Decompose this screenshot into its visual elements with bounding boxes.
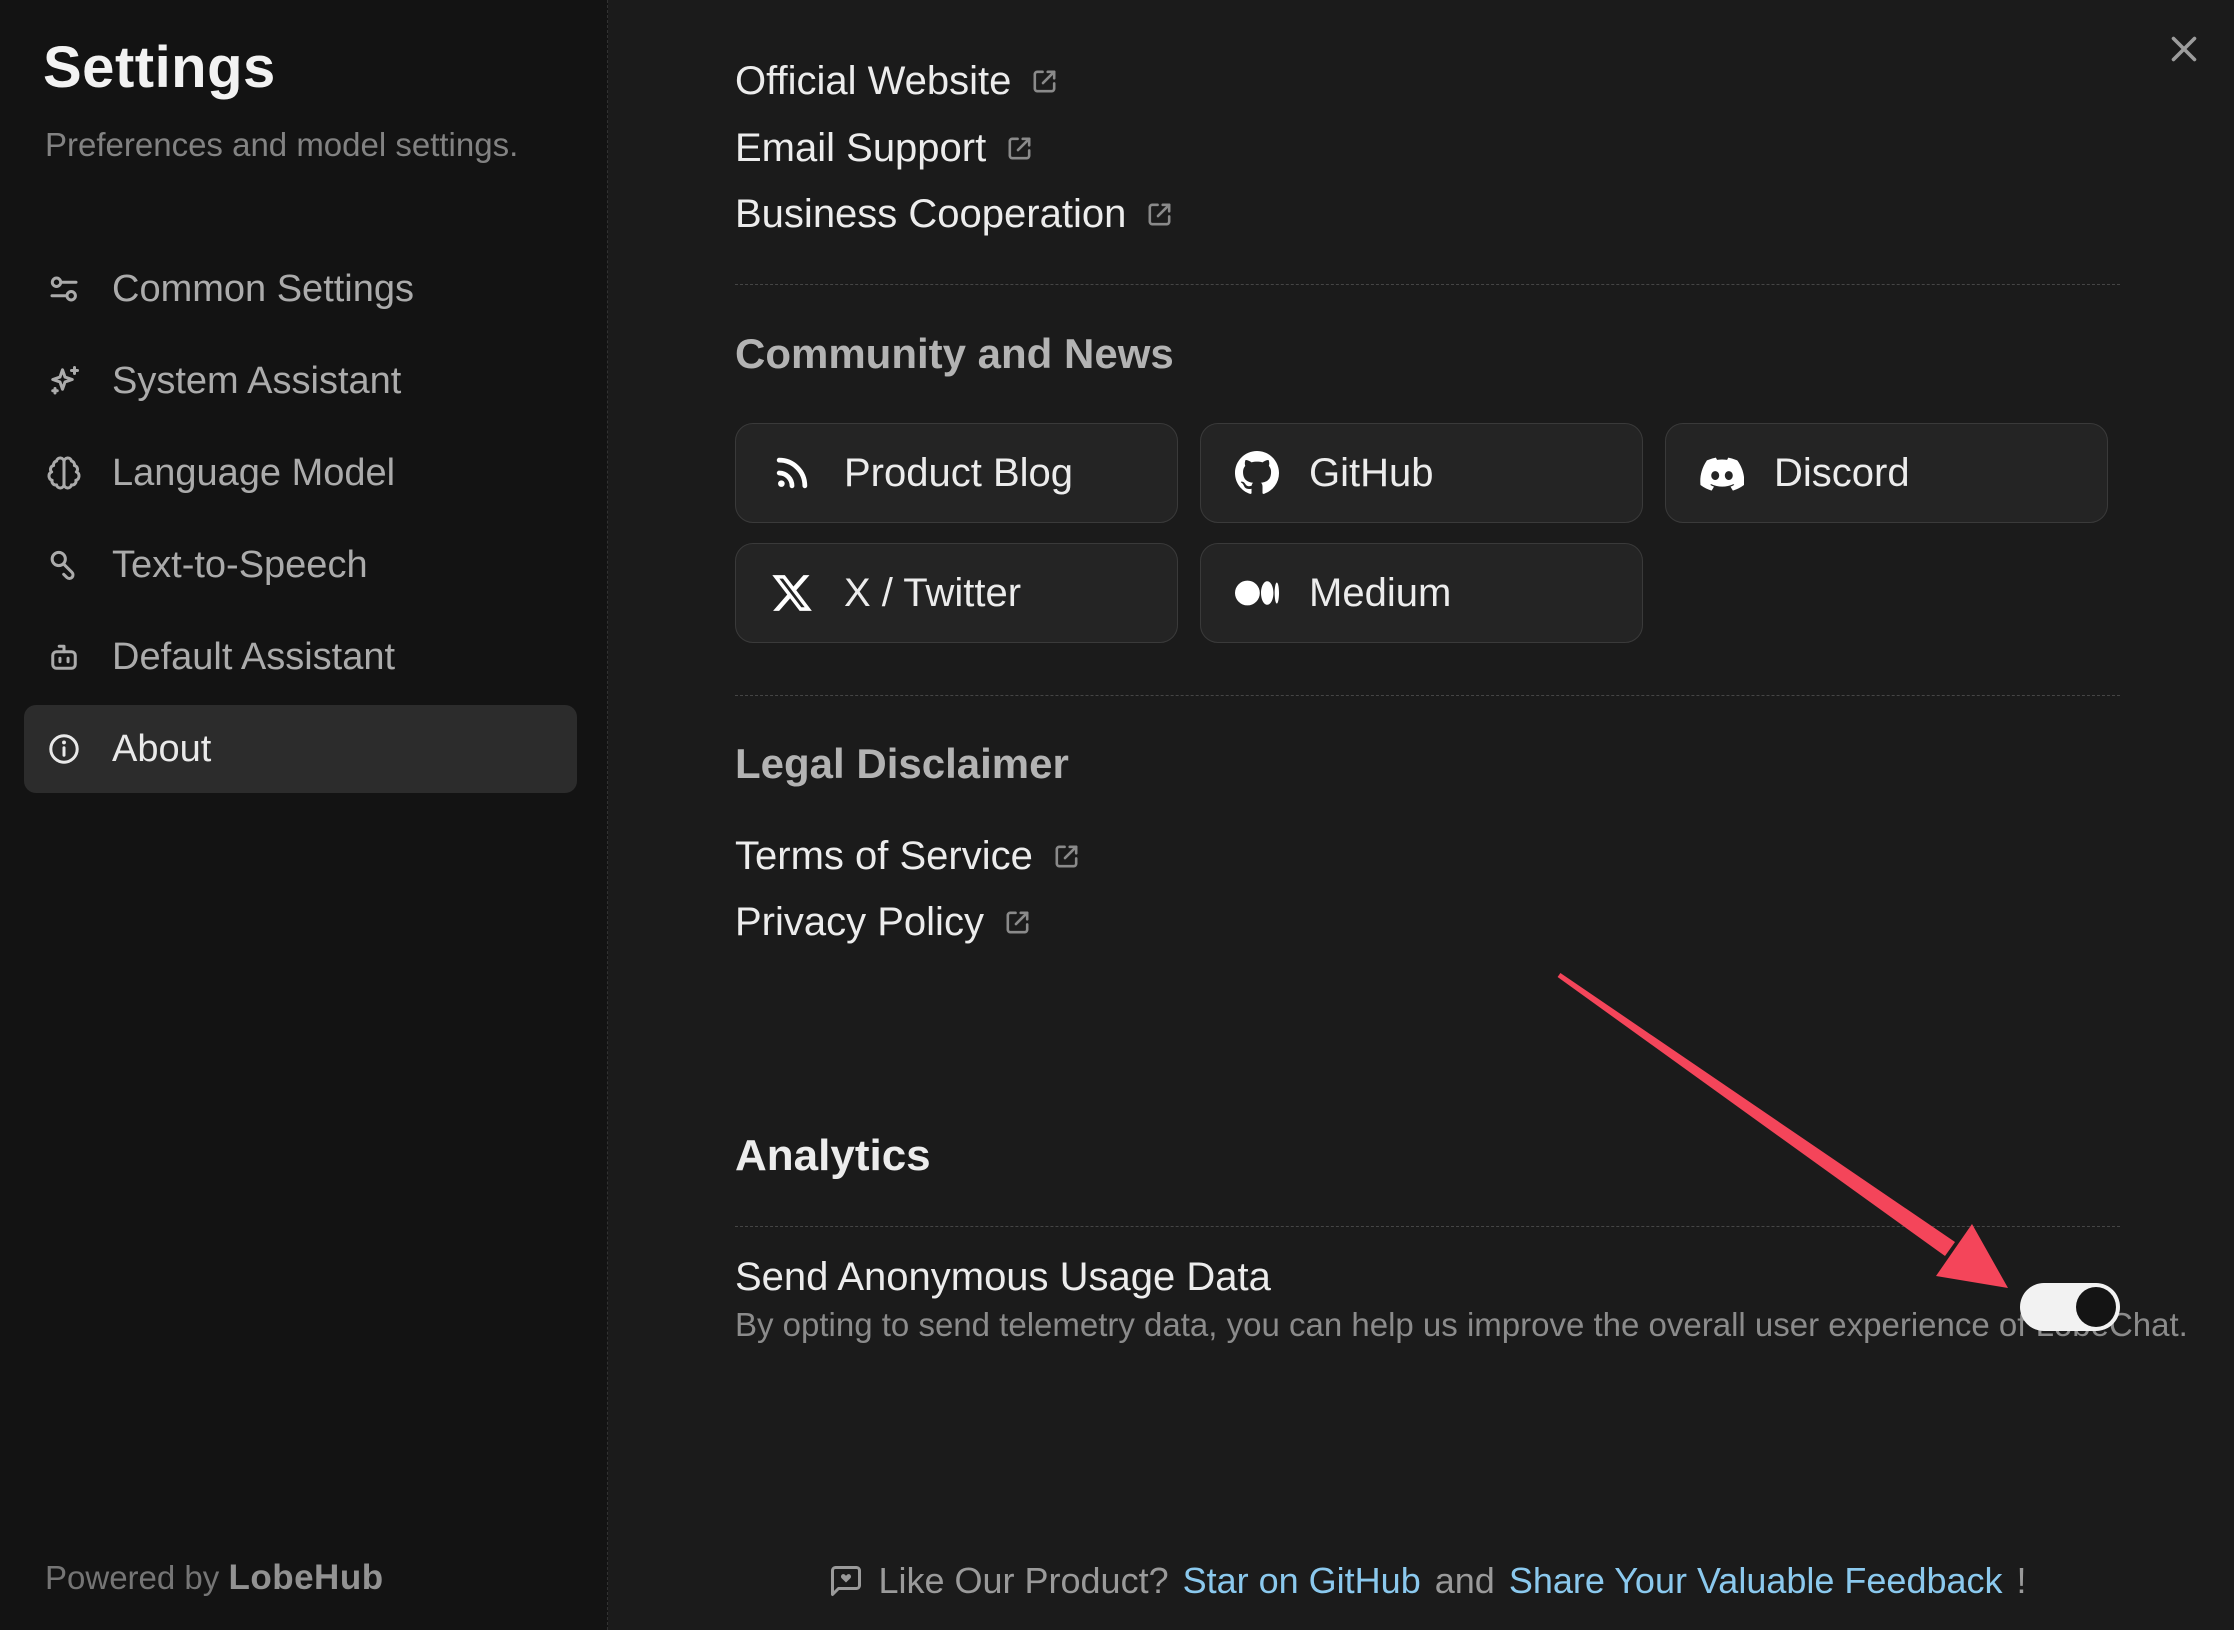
sidebar-item-label: System Assistant xyxy=(112,360,401,403)
sidebar-item-label: About xyxy=(112,728,211,771)
message-heart-icon xyxy=(828,1563,864,1599)
link-label: Email Support xyxy=(735,126,986,171)
section-divider xyxy=(735,1226,2120,1227)
sidebar-item-common-settings[interactable]: Common Settings xyxy=(24,245,577,333)
contact-us-title: Contact Us xyxy=(735,0,957,4)
discord-button[interactable]: Discord xyxy=(1665,423,2108,523)
sparkles-icon xyxy=(46,363,82,399)
button-label: X / Twitter xyxy=(844,571,1021,616)
button-label: Product Blog xyxy=(844,451,1073,496)
external-link-icon xyxy=(1002,907,1033,938)
mic-icon xyxy=(46,547,82,583)
link-label: Business Cooperation xyxy=(735,192,1126,237)
usage-toggle[interactable] xyxy=(2020,1283,2120,1331)
close-icon[interactable] xyxy=(2166,31,2202,67)
sidebar-menu: Common Settings System Assistant Languag… xyxy=(24,245,577,793)
toggle-knob xyxy=(2076,1287,2116,1327)
powered-by-text: Powered by xyxy=(45,1559,219,1596)
github-button[interactable]: GitHub xyxy=(1200,423,1643,523)
product-blog-button[interactable]: Product Blog xyxy=(735,423,1178,523)
external-link-icon xyxy=(1144,199,1175,230)
button-label: Discord xyxy=(1774,451,1910,496)
rss-icon xyxy=(770,451,814,495)
lobehub-brand: LobeHub xyxy=(228,1558,383,1597)
section-divider xyxy=(735,695,2120,696)
analytics-title: Analytics xyxy=(735,1131,931,1181)
sliders-icon xyxy=(46,271,82,307)
star-on-github-link[interactable]: Star on GitHub xyxy=(1183,1560,1421,1602)
settings-page: { "sidebar": { "title": "Settings", "sub… xyxy=(0,0,2234,1630)
external-link-icon xyxy=(1029,66,1060,97)
x-twitter-button[interactable]: X / Twitter xyxy=(735,543,1178,643)
sidebar-item-about[interactable]: About xyxy=(24,705,577,793)
sidebar-item-system-assistant[interactable]: System Assistant xyxy=(24,337,577,425)
usage-data-label: Send Anonymous Usage Data xyxy=(735,1255,1271,1300)
sidebar-item-label: Default Assistant xyxy=(112,636,395,679)
usage-data-description: By opting to send telemetry data, you ca… xyxy=(735,1306,2188,1344)
settings-sidebar: Settings Preferences and model settings.… xyxy=(0,0,608,1630)
share-feedback-link[interactable]: Share Your Valuable Feedback xyxy=(1509,1560,2003,1602)
button-label: Medium xyxy=(1309,571,1451,616)
x-twitter-icon xyxy=(770,571,814,615)
footer-text: ! xyxy=(2017,1560,2027,1602)
footer-text: and xyxy=(1435,1560,1495,1602)
terms-of-service-link[interactable]: Terms of Service xyxy=(735,832,1082,880)
community-buttons: Product Blog GitHub Discord xyxy=(735,423,2108,643)
page-subtitle: Preferences and model settings. xyxy=(45,126,518,164)
section-divider xyxy=(735,284,2120,285)
page-title: Settings xyxy=(43,34,276,101)
sidebar-item-text-to-speech[interactable]: Text-to-Speech xyxy=(24,521,577,609)
bot-icon xyxy=(46,639,82,675)
business-cooperation-link[interactable]: Business Cooperation xyxy=(735,190,1175,238)
privacy-policy-link[interactable]: Privacy Policy xyxy=(735,898,1033,946)
medium-button[interactable]: Medium xyxy=(1200,543,1643,643)
powered-by: Powered by LobeHub xyxy=(45,1558,384,1598)
link-label: Official Website xyxy=(735,59,1011,104)
external-link-icon xyxy=(1051,841,1082,872)
discord-icon xyxy=(1700,451,1744,495)
feedback-footer: Like Our Product? Star on GitHub and Sha… xyxy=(735,1558,2120,1604)
external-link-icon xyxy=(1004,133,1035,164)
github-icon xyxy=(1235,451,1279,495)
footer-text: Like Our Product? xyxy=(878,1560,1168,1602)
community-title: Community and News xyxy=(735,330,1174,378)
legal-title: Legal Disclaimer xyxy=(735,740,1069,788)
link-label: Terms of Service xyxy=(735,834,1033,879)
sidebar-item-language-model[interactable]: Language Model xyxy=(24,429,577,517)
email-support-link[interactable]: Email Support xyxy=(735,124,1035,172)
info-icon xyxy=(46,731,82,767)
medium-icon xyxy=(1235,571,1279,615)
sidebar-item-label: Text-to-Speech xyxy=(112,544,368,587)
official-website-link[interactable]: Official Website xyxy=(735,57,1060,105)
link-label: Privacy Policy xyxy=(735,900,984,945)
button-label: GitHub xyxy=(1309,451,1434,496)
sidebar-item-default-assistant[interactable]: Default Assistant xyxy=(24,613,577,701)
sidebar-item-label: Language Model xyxy=(112,452,395,495)
sidebar-item-label: Common Settings xyxy=(112,268,414,311)
brain-icon xyxy=(46,455,82,491)
